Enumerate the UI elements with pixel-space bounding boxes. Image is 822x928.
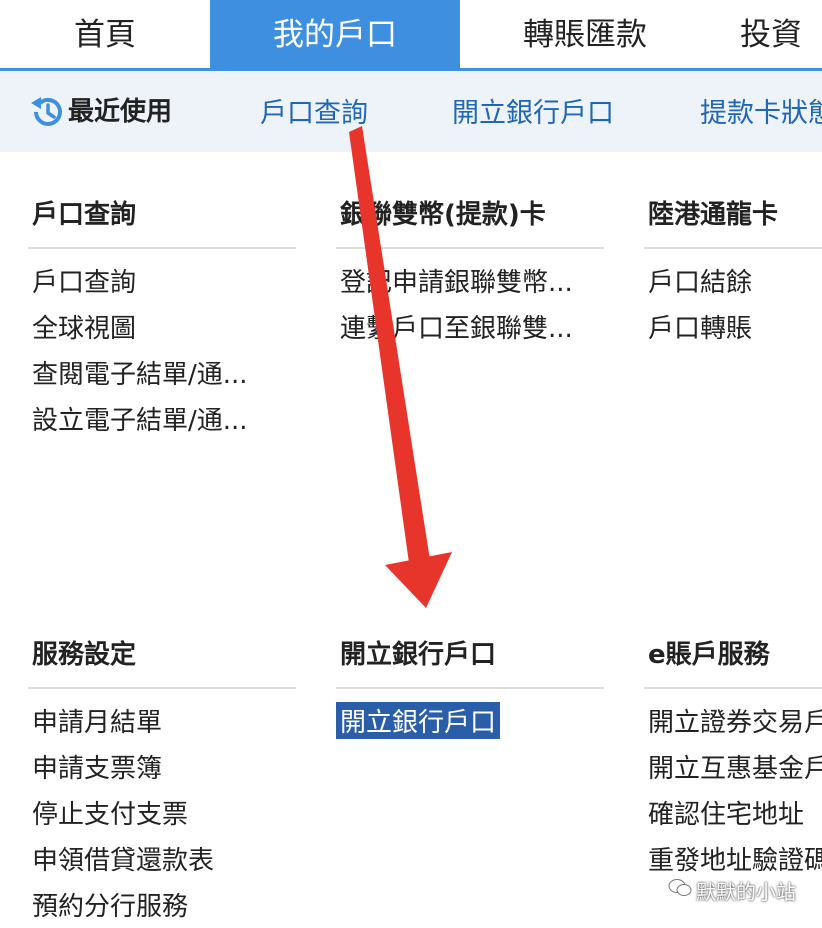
tab-home[interactable]: 首頁 — [0, 0, 210, 70]
menu-item-register-unionpay[interactable]: 登記申請銀聯雙幣... — [340, 262, 573, 299]
recent-link-atm-card-status[interactable]: 提款卡狀態 — [700, 91, 822, 130]
section-title-unionpay-card: 銀聯雙幣(提款)卡 — [340, 200, 546, 230]
section-divider — [336, 247, 604, 249]
menu-item-resend-code[interactable]: 重發地址驗證碼 — [648, 840, 822, 877]
menu-item-branch-appointment[interactable]: 預約分行服務 — [32, 886, 188, 923]
tab-transfer[interactable]: 轉賬匯款 — [460, 0, 710, 70]
section-divider — [644, 247, 822, 249]
menu-item-open-securities[interactable]: 開立證券交易戶 — [648, 702, 822, 739]
recent-link-account-inquiry[interactable]: 戶口查詢 — [260, 91, 368, 130]
tab-my-account[interactable]: 我的戶口 — [210, 0, 460, 70]
section-title-service-settings: 服務設定 — [32, 640, 137, 670]
menu-item-confirm-address[interactable]: 確認住宅地址 — [648, 794, 804, 831]
menu-item-monthly-statement[interactable]: 申請月結單 — [32, 702, 162, 739]
tab-investment[interactable]: 投資 — [740, 0, 822, 70]
menu-item-link-unionpay[interactable]: 連繫戶口至銀聯雙... — [340, 308, 573, 345]
section-divider — [336, 687, 604, 689]
menu-item-cheque-book[interactable]: 申請支票簿 — [32, 748, 162, 785]
menu-item-account-balance[interactable]: 戶口結餘 — [648, 262, 752, 299]
section-divider — [644, 687, 822, 689]
main-tab-bar: 首頁 我的戶口 轉賬匯款 投資 — [0, 0, 822, 71]
recent-title: 最近使用 — [68, 97, 173, 127]
menu-item-open-fund[interactable]: 開立互惠基金戶 — [648, 748, 822, 785]
history-icon — [31, 97, 62, 126]
menu-item-stop-cheque[interactable]: 停止支付支票 — [32, 794, 188, 831]
section-divider — [28, 687, 296, 689]
wechat-icon — [668, 879, 692, 896]
menu-item-setup-estatement[interactable]: 設立電子結單/通... — [32, 400, 248, 437]
menu-item-account-inquiry[interactable]: 戶口查詢 — [32, 262, 136, 299]
section-title-dragon-card: 陸港通龍卡 — [648, 200, 779, 230]
menu-item-global-view[interactable]: 全球視圖 — [32, 308, 136, 345]
section-title-e-account: e賬戶服務 — [648, 640, 770, 670]
recent-link-open-account[interactable]: 開立銀行戶口 — [452, 91, 614, 130]
menu-item-loan-repayment[interactable]: 申領借貸還款表 — [32, 840, 214, 877]
watermark-text: 默默的小站 — [696, 880, 796, 904]
section-title-open-account: 開立銀行戶口 — [340, 640, 497, 670]
section-divider — [28, 247, 296, 249]
section-title-account-inquiry: 戶口查詢 — [32, 200, 137, 230]
menu-item-view-estatement[interactable]: 查閱電子結單/通... — [32, 354, 248, 391]
recent-bar: 最近使用 戶口查詢 開立銀行戶口 提款卡狀態 — [0, 71, 822, 152]
menu-item-open-bank-account[interactable]: 開立銀行戶口 — [336, 702, 501, 739]
menu-item-account-transfer[interactable]: 戶口轉賬 — [648, 308, 752, 345]
